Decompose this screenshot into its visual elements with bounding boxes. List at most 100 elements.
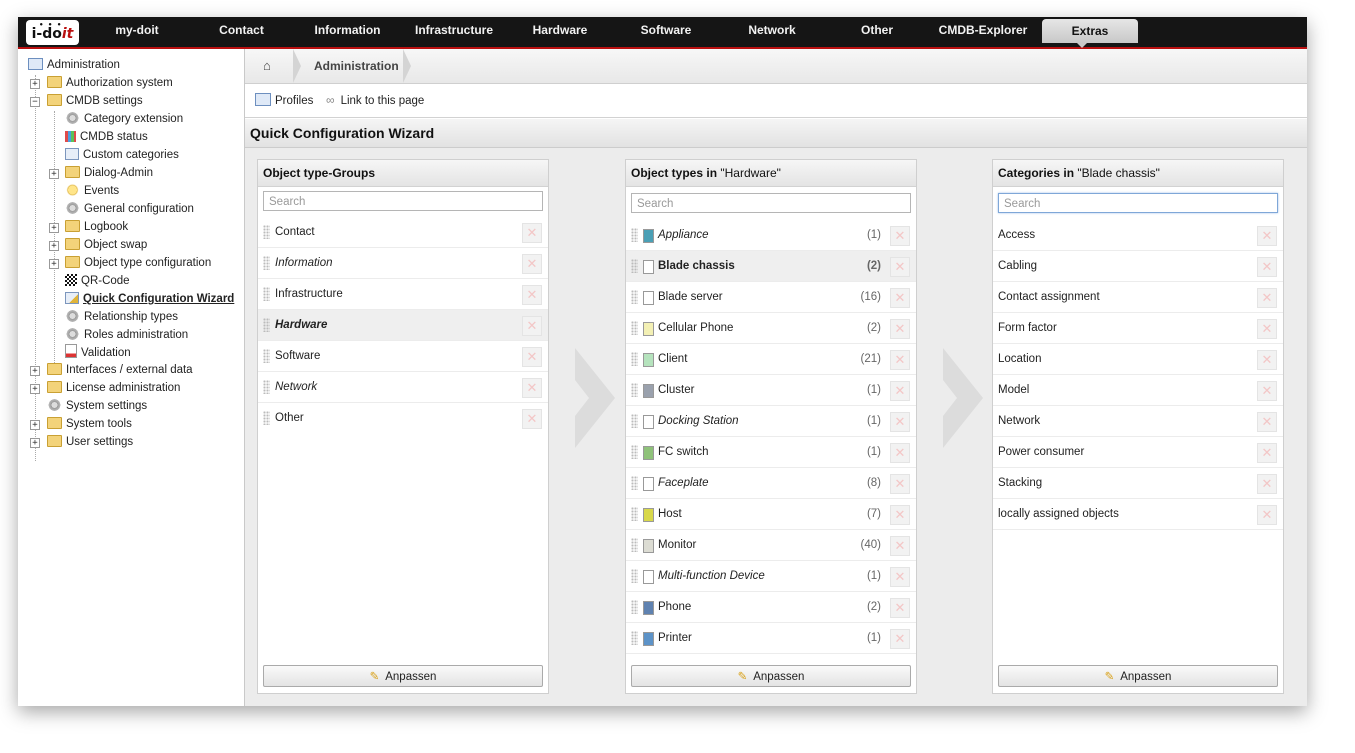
drag-handle-icon[interactable] xyxy=(631,445,638,459)
drag-handle-icon[interactable] xyxy=(631,507,638,521)
list-item[interactable]: Docking Station (1) ✕ xyxy=(626,406,916,437)
list-item[interactable]: Multi-function Device (1) ✕ xyxy=(626,561,916,592)
sidebar-item-events[interactable]: Events xyxy=(65,182,119,200)
delete-icon[interactable]: ✕ xyxy=(522,409,542,429)
nav-extras[interactable]: Extras xyxy=(1042,19,1138,43)
list-item[interactable]: Access ✕ xyxy=(993,220,1283,251)
list-item[interactable]: locally assigned objects ✕ xyxy=(993,499,1283,530)
sidebar-item-custom-categories[interactable]: Custom categories xyxy=(65,146,179,164)
list-item[interactable]: Monitor (40) ✕ xyxy=(626,530,916,561)
sidebar-item-qr-code[interactable]: QR-Code xyxy=(65,272,130,290)
expand-icon[interactable]: + xyxy=(49,169,59,179)
sidebar-item-user-settings[interactable]: User settings xyxy=(47,433,133,451)
list-item[interactable]: Appliance (1) ✕ xyxy=(626,220,916,251)
sidebar-item-license-administration[interactable]: License administration xyxy=(47,379,180,397)
delete-icon[interactable]: ✕ xyxy=(522,347,542,367)
sidebar-item-roles-administration[interactable]: Roles administration xyxy=(65,326,188,344)
drag-handle-icon[interactable] xyxy=(263,256,270,270)
list-item[interactable]: Phone (2) ✕ xyxy=(626,592,916,623)
sidebar-item-object-type-configuration[interactable]: Object type configuration xyxy=(65,254,211,272)
delete-icon[interactable]: ✕ xyxy=(890,381,910,401)
home-icon[interactable]: ⌂ xyxy=(263,58,271,73)
delete-icon[interactable]: ✕ xyxy=(890,350,910,370)
nav-my-doit[interactable]: my-doit xyxy=(97,17,177,47)
drag-handle-icon[interactable] xyxy=(631,631,638,645)
delete-icon[interactable]: ✕ xyxy=(890,319,910,339)
delete-icon[interactable]: ✕ xyxy=(890,567,910,587)
drag-handle-icon[interactable] xyxy=(631,600,638,614)
sidebar-item-system-tools[interactable]: System tools xyxy=(47,415,132,433)
drag-handle-icon[interactable] xyxy=(631,290,638,304)
nav-contact[interactable]: Contact xyxy=(205,17,278,47)
delete-icon[interactable]: ✕ xyxy=(1257,381,1277,401)
sidebar-item-logbook[interactable]: Logbook xyxy=(65,218,128,236)
delete-icon[interactable]: ✕ xyxy=(890,412,910,432)
delete-icon[interactable]: ✕ xyxy=(890,443,910,463)
sidebar-item-category-extension[interactable]: Category extension xyxy=(65,110,183,128)
expand-icon[interactable]: + xyxy=(30,420,40,430)
groups-search-input[interactable]: Search xyxy=(263,191,543,211)
expand-icon[interactable]: + xyxy=(30,366,40,376)
sidebar-item-quick-configuration-wizard[interactable]: Quick Configuration Wizard xyxy=(65,290,234,308)
list-item[interactable]: Cluster (1) ✕ xyxy=(626,375,916,406)
delete-icon[interactable]: ✕ xyxy=(890,288,910,308)
list-item-selected[interactable]: Hardware ✕ xyxy=(258,310,548,341)
delete-icon[interactable]: ✕ xyxy=(1257,319,1277,339)
delete-icon[interactable]: ✕ xyxy=(890,598,910,618)
drag-handle-icon[interactable] xyxy=(263,287,270,301)
list-item[interactable]: Stacking ✕ xyxy=(993,468,1283,499)
nav-cmdb-explorer[interactable]: CMDB-Explorer xyxy=(930,17,1036,47)
sidebar-item-general-configuration[interactable]: General configuration xyxy=(65,200,194,218)
list-item[interactable]: Host (7) ✕ xyxy=(626,499,916,530)
nav-network[interactable]: Network xyxy=(735,17,809,47)
drag-handle-icon[interactable] xyxy=(263,349,270,363)
delete-icon[interactable]: ✕ xyxy=(890,505,910,525)
categories-search-input[interactable]: Search xyxy=(998,193,1278,213)
sidebar-item-validation[interactable]: Validation xyxy=(65,344,131,362)
list-item[interactable]: Blade server (16) ✕ xyxy=(626,282,916,313)
delete-icon[interactable]: ✕ xyxy=(890,474,910,494)
delete-icon[interactable]: ✕ xyxy=(890,226,910,246)
expand-icon[interactable]: + xyxy=(30,438,40,448)
nav-other[interactable]: Other xyxy=(845,17,909,47)
delete-icon[interactable]: ✕ xyxy=(1257,288,1277,308)
list-item[interactable]: Contact assignment ✕ xyxy=(993,282,1283,313)
list-item[interactable]: Information ✕ xyxy=(258,248,548,279)
delete-icon[interactable]: ✕ xyxy=(1257,443,1277,463)
list-item[interactable]: Network ✕ xyxy=(258,372,548,403)
delete-icon[interactable]: ✕ xyxy=(1257,412,1277,432)
sidebar-item-authorization-system[interactable]: Authorization system xyxy=(47,74,173,92)
drag-handle-icon[interactable] xyxy=(263,380,270,394)
sidebar-item-cmdb-settings[interactable]: CMDB settings xyxy=(47,92,143,110)
list-item[interactable]: Contact ✕ xyxy=(258,217,548,248)
delete-icon[interactable]: ✕ xyxy=(1257,474,1277,494)
list-item[interactable]: Other ✕ xyxy=(258,403,548,433)
expand-icon[interactable]: + xyxy=(30,79,40,89)
list-item[interactable]: FC switch (1) ✕ xyxy=(626,437,916,468)
drag-handle-icon[interactable] xyxy=(631,228,638,242)
drag-handle-icon[interactable] xyxy=(631,259,638,273)
drag-handle-icon[interactable] xyxy=(263,318,270,332)
list-item[interactable]: Model ✕ xyxy=(993,375,1283,406)
delete-icon[interactable]: ✕ xyxy=(890,536,910,556)
list-item[interactable]: Location ✕ xyxy=(993,344,1283,375)
drag-handle-icon[interactable] xyxy=(631,476,638,490)
sidebar-item-interfaces-external-data[interactable]: Interfaces / external data xyxy=(47,361,193,379)
nav-information[interactable]: Information xyxy=(301,17,394,47)
delete-icon[interactable]: ✕ xyxy=(522,285,542,305)
drag-handle-icon[interactable] xyxy=(263,225,270,239)
groups-customize-button[interactable]: ✎ Anpassen xyxy=(263,665,543,687)
link-to-page-button[interactable]: ∞ Link to this page xyxy=(326,93,424,107)
list-item[interactable]: Infrastructure ✕ xyxy=(258,279,548,310)
delete-icon[interactable]: ✕ xyxy=(1257,226,1277,246)
list-item[interactable]: Form factor ✕ xyxy=(993,313,1283,344)
drag-handle-icon[interactable] xyxy=(631,414,638,428)
profiles-button[interactable]: Profiles xyxy=(255,93,313,107)
drag-handle-icon[interactable] xyxy=(631,352,638,366)
list-item-selected[interactable]: Blade chassis (2) ✕ xyxy=(626,251,916,282)
expand-icon[interactable]: + xyxy=(49,223,59,233)
list-item[interactable]: Client (21) ✕ xyxy=(626,344,916,375)
sidebar-item-system-settings[interactable]: System settings xyxy=(47,397,147,415)
breadcrumb-current[interactable]: Administration xyxy=(314,59,399,73)
sidebar-item-cmdb-status[interactable]: CMDB status xyxy=(65,128,148,146)
